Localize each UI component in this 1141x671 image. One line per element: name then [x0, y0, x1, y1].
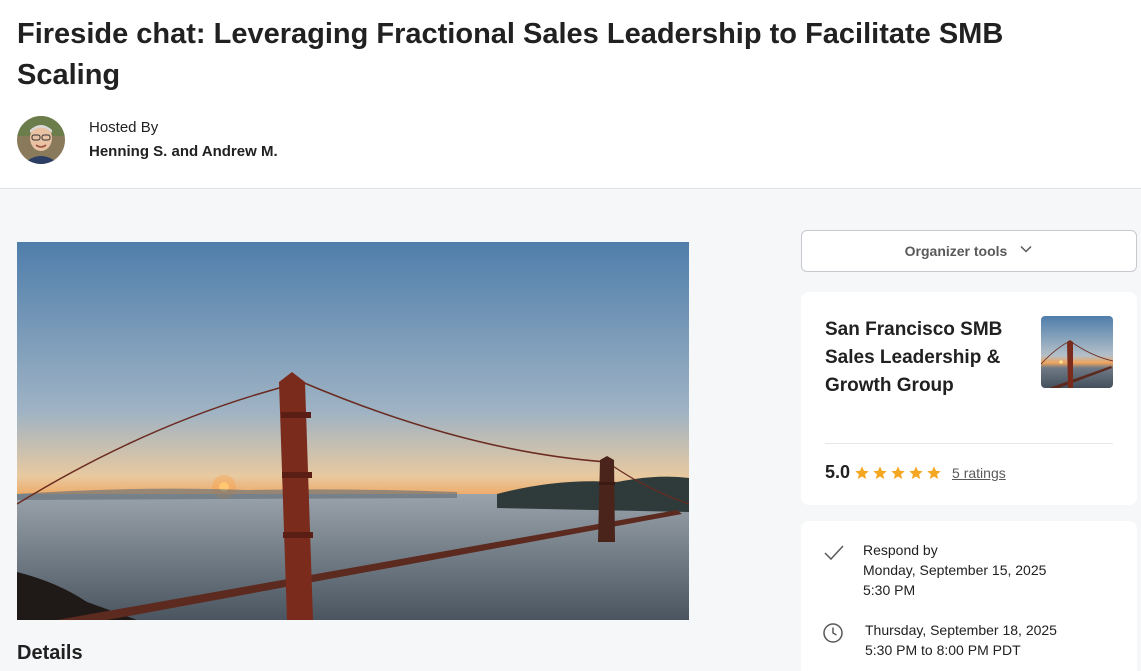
check-icon: [823, 541, 845, 563]
rsvp-time: 5:30 PM: [863, 582, 916, 598]
host-avatar[interactable]: [17, 116, 65, 164]
hosted-by-label: Hosted By: [89, 119, 159, 136]
event-title: Fireside chat: Leveraging Fractional Sal…: [17, 18, 1004, 91]
group-thumbnail[interactable]: [1041, 316, 1113, 388]
event-hero-image: [17, 242, 689, 620]
event-time: 5:30 PM to 8:00 PM PDT: [865, 642, 1021, 658]
star-icon: [891, 465, 905, 479]
ratings-link[interactable]: 5 ratings: [952, 465, 1006, 481]
star-icon: [927, 465, 941, 479]
organizer-tools-label: Organizer tools: [904, 243, 1008, 259]
event-info-card: Respond by Monday, September 15, 2025 5:…: [801, 521, 1137, 671]
rsvp-date: Monday, September 15, 2025: [863, 562, 1047, 578]
host-names[interactable]: Henning S. and Andrew M.: [89, 143, 278, 161]
group-card[interactable]: San Francisco SMB Sales Leadership & Gro…: [801, 292, 1137, 505]
star-icon: [873, 465, 887, 479]
rating-stars: [854, 465, 942, 481]
group-divider: [825, 443, 1113, 444]
event-date[interactable]: Thursday, September 18, 2025: [865, 620, 1057, 640]
details-heading: Details: [17, 642, 83, 664]
chevron-down-icon: [1019, 242, 1033, 261]
rating-value: 5.0: [825, 462, 851, 482]
star-icon: [855, 465, 869, 479]
clock-icon: [822, 622, 844, 644]
rsvp-label: Respond by: [863, 542, 938, 558]
group-name[interactable]: San Francisco SMB Sales Leadership & Gro…: [825, 316, 1015, 400]
group-rating: 5.0 5 ratings: [825, 462, 1006, 483]
event-header: Fireside chat: Leveraging Fractional Sal…: [0, 0, 1141, 189]
organizer-tools-button[interactable]: Organizer tools: [801, 230, 1137, 272]
star-icon: [909, 465, 923, 479]
